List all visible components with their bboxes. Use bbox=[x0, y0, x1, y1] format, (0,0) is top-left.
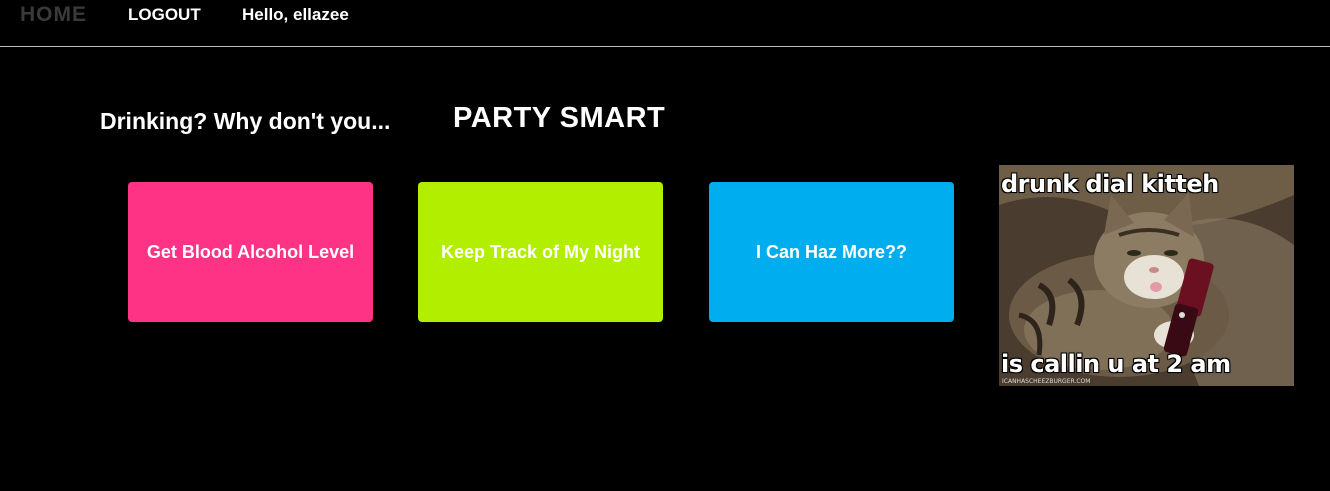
hero-tagline: Drinking? Why don't you... bbox=[100, 108, 391, 134]
meme-image: drunk dial kitteh is callin u at 2 am IC… bbox=[999, 165, 1294, 386]
track-night-button[interactable]: Keep Track of My Night bbox=[418, 182, 663, 322]
meme-bottom-caption: is callin u at 2 am bbox=[1001, 350, 1231, 378]
haz-more-label: I Can Haz More?? bbox=[755, 241, 907, 262]
track-night-label: Keep Track of My Night bbox=[440, 241, 641, 262]
home-link[interactable]: HOME bbox=[20, 4, 87, 26]
blood-alcohol-label: Get Blood Alcohol Level bbox=[146, 241, 355, 262]
haz-more-button[interactable]: I Can Haz More?? bbox=[709, 182, 954, 322]
meme-credit: ICANHASCHEEZBURGER.COM bbox=[1002, 378, 1091, 385]
meme-top-caption: drunk dial kitteh bbox=[1001, 170, 1219, 198]
brand-title: PARTY SMART bbox=[453, 102, 666, 134]
logout-link[interactable]: LOGOUT bbox=[128, 4, 201, 26]
blood-alcohol-button[interactable]: Get Blood Alcohol Level bbox=[128, 182, 373, 322]
user-greeting: Hello, ellazee bbox=[242, 5, 349, 24]
top-nav: HOME LOGOUT Hello, ellazee bbox=[0, 0, 1330, 47]
